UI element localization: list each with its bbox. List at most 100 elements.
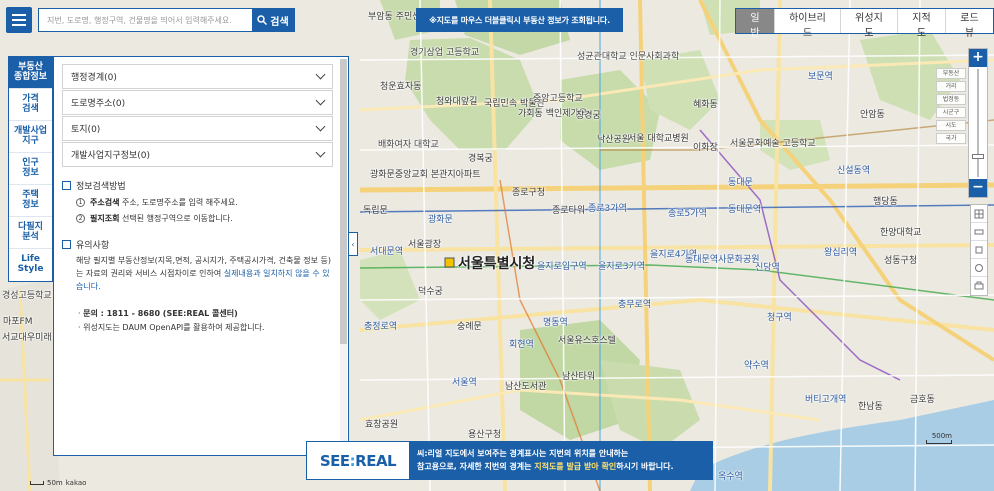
- map-label: 서울 대학교병원: [628, 134, 689, 144]
- map-label: 종로타워: [552, 206, 586, 216]
- accordion-label: 토지(0): [71, 125, 101, 135]
- panel-collapse-button[interactable]: ‹: [349, 232, 358, 256]
- zoom-level-label[interactable]: 국가: [936, 133, 966, 144]
- map-label: 청와대앞길: [436, 97, 478, 107]
- section-checkbox-icon: [62, 181, 71, 190]
- list-item: · 문의 : 1811 - 8680 (SEE:REAL 콜센터): [78, 309, 238, 319]
- map-label: 동대문역사문화공원: [685, 255, 760, 265]
- map-label: 남산도서관: [505, 382, 547, 392]
- map-label: 경기상업 고등학교: [410, 48, 480, 58]
- logo-text: REAL: [355, 451, 397, 470]
- search-method-section: 정보검색방법: [62, 179, 333, 192]
- map-type-roadview[interactable]: 로드뷰: [944, 9, 993, 39]
- sidebar-nav: 부동산 종합정보 가격 검색 개발사업 지구 인구 정보 주택 정보 다필지 분…: [8, 56, 53, 282]
- accordion-road-address[interactable]: 도로명주소(0): [62, 90, 333, 115]
- grid-icon: [974, 209, 984, 218]
- accordion-admin-boundary[interactable]: 행정경계(0): [62, 64, 333, 89]
- map-label: 한양대학교: [880, 228, 922, 238]
- map-label: 광화문: [428, 215, 453, 225]
- section-title: 정보검색방법: [76, 182, 126, 192]
- map-label: 경성고등학교: [2, 291, 52, 301]
- map-tool-button[interactable]: [971, 205, 987, 223]
- map-type-satellite[interactable]: 위성지도: [839, 9, 897, 39]
- map-label: 을지로3가역: [598, 262, 646, 272]
- zoom-level-label[interactable]: 시군구: [936, 107, 966, 118]
- map-scale: 50m kakao: [30, 479, 86, 487]
- search-button[interactable]: 검색: [252, 9, 294, 31]
- map-label: 종로5가역: [668, 209, 707, 219]
- zoom-level-label[interactable]: 거리: [936, 81, 966, 92]
- map-tool-button[interactable]: [971, 259, 987, 277]
- search-step: 2 필지조회 선택된 행정구역으로 이동합니다.: [76, 213, 333, 224]
- sidebar-item-realestate-info[interactable]: 부동산 종합정보: [9, 57, 52, 89]
- map-tool-button[interactable]: [971, 241, 987, 259]
- map-label: 효창공원: [365, 420, 399, 430]
- map-type-normal[interactable]: 일반: [736, 9, 774, 39]
- map-label: 왕십리역: [824, 248, 858, 258]
- map-label: 마포FM: [3, 317, 33, 327]
- zoom-level-label[interactable]: 시도: [936, 120, 966, 131]
- accordion-label: 행정경계(0): [71, 73, 117, 83]
- accordion-land[interactable]: 토지(0): [62, 116, 333, 141]
- map-tool-button[interactable]: [971, 277, 987, 295]
- map-label: 남산타워: [562, 372, 596, 382]
- zoom-slider-track[interactable]: [977, 69, 979, 177]
- map-label: 동대문: [728, 178, 753, 188]
- hamburger-icon: [12, 14, 26, 26]
- search-button-label: 검색: [270, 16, 289, 28]
- sidebar-item-population-info[interactable]: 인구 정보: [9, 153, 52, 185]
- panel-scrollbar[interactable]: [340, 59, 347, 453]
- zoom-level-label[interactable]: 부동산: [936, 68, 966, 79]
- sidebar-item-multi-parcel-analysis[interactable]: 다필지 분석: [9, 217, 52, 249]
- sidebar-item-development-district[interactable]: 개발사업 지구: [9, 121, 52, 153]
- scrollbar-thumb[interactable]: [340, 59, 347, 344]
- step-keyword: 필지조회: [90, 214, 120, 223]
- ruler-icon: [974, 229, 984, 234]
- zoom-in-button[interactable]: +: [969, 49, 987, 67]
- map-label: 을지로입구역: [537, 262, 587, 272]
- banner-text: 씨:리얼 지도에서 보여주는 경계표시는 지번의 위치를 안내하는 참고용으로,…: [409, 442, 712, 479]
- boundary-notice-banner: SEE:REAL 씨:리얼 지도에서 보여주는 경계표시는 지번의 위치를 안내…: [306, 441, 713, 480]
- scale-label: 500m: [931, 432, 952, 440]
- caution-description: 해당 필지별 부동산정보(지목,면적, 공시지가, 주택공시가격, 건축물 정보…: [76, 255, 333, 293]
- accordion-development-district-info[interactable]: 개발사업지구정보(0): [62, 142, 333, 167]
- zoom-out-button[interactable]: −: [969, 179, 987, 197]
- map-label: 낙산공원: [597, 135, 631, 145]
- map-type-toggle: 일반 하이브리드 위성지도 지적도 로드뷰: [735, 8, 994, 39]
- chevron-down-icon: [315, 147, 326, 158]
- map-type-cadastral[interactable]: 지적도: [896, 9, 945, 39]
- map-label: 배화여자 대학교: [378, 140, 439, 150]
- banner-line-part: 하시기 바랍니다.: [616, 461, 674, 471]
- map-label: 충무로역: [618, 300, 652, 310]
- map-label: 신당역: [755, 263, 780, 273]
- step-number: 1: [76, 198, 85, 207]
- map-label: 안암동: [860, 110, 885, 120]
- sidebar-item-price-search[interactable]: 가격 검색: [9, 89, 52, 121]
- step-number: 2: [76, 214, 85, 223]
- sidebar-item-housing-info[interactable]: 주택 정보: [9, 185, 52, 217]
- search-step: 1 주소검색 주소, 도로명주소를 입력 해주세요.: [76, 197, 333, 208]
- sidebar-item-lifestyle[interactable]: Life Style: [9, 249, 52, 281]
- map-label: 덕수궁: [418, 287, 443, 297]
- banner-line: 참고용으로, 자세한 지번의 경계는 지적도를 발급 받아 확인하시기 바랍니다…: [417, 461, 704, 473]
- map-label: 성균관대학교 인문사회과학: [577, 52, 680, 62]
- section-title: 유의사항: [76, 241, 110, 251]
- search-box: 검색: [38, 8, 295, 32]
- plus-icon: +: [972, 49, 984, 65]
- zoom-level-label[interactable]: 법정동: [936, 94, 966, 105]
- map-scale-right: 500m: [926, 432, 952, 444]
- menu-button[interactable]: [6, 7, 32, 33]
- search-input[interactable]: [39, 9, 252, 31]
- step-text: 선택된 행정구역으로 이동합니다.: [119, 214, 233, 223]
- map-label: 용산구청: [468, 430, 502, 440]
- caution-section: 유의사항: [62, 238, 333, 251]
- map-label: 종로3가역: [588, 204, 627, 214]
- circle-icon: [975, 263, 983, 272]
- map-tool-button[interactable]: [971, 223, 987, 241]
- chevron-down-icon: [315, 69, 326, 80]
- seereal-logo: SEE:REAL: [307, 452, 409, 470]
- zoom-slider-handle[interactable]: [972, 154, 984, 159]
- scale-bar: [30, 481, 44, 485]
- map-type-hybrid[interactable]: 하이브리드: [774, 9, 840, 39]
- map-label: 경복궁: [468, 154, 493, 164]
